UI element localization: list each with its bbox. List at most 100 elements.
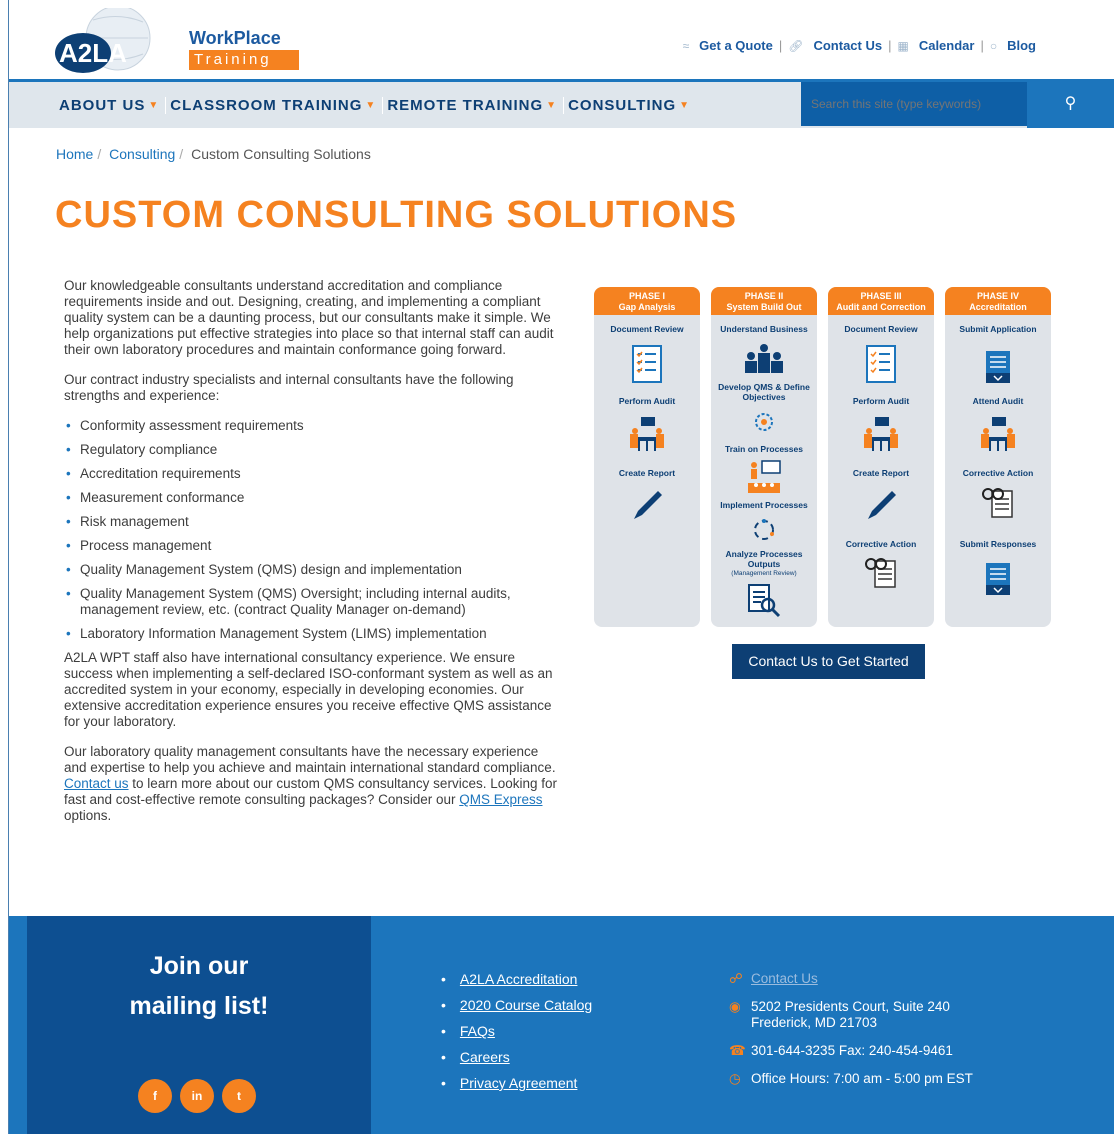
- phase-header: PHASE I Gap Analysis: [594, 287, 700, 315]
- twitter-icon[interactable]: t: [222, 1079, 256, 1113]
- footer-link-item: A2LA Accreditation: [441, 971, 592, 987]
- meeting-icon: [864, 417, 898, 451]
- phase-step: Corrective Action: [845, 539, 917, 549]
- strengths-list: Conformity assessment requirements Regul…: [64, 418, 558, 642]
- international-paragraph: A2LA WPT staff also have international c…: [64, 650, 553, 729]
- contact-row: ◷ Office Hours: 7:00 am - 5:00 pm EST: [729, 1071, 973, 1087]
- phase-step: Create Report: [852, 468, 910, 478]
- footer-link-careers[interactable]: Careers: [460, 1049, 510, 1065]
- top-links: ≈ Get a Quote | 🔗︎ Contact Us | ▦ Calend…: [683, 38, 1036, 53]
- main-content: Our knowledgeable consultants understand…: [64, 278, 558, 838]
- list-item: Process management: [64, 538, 558, 554]
- intro-paragraph: Our knowledgeable consultants understand…: [64, 278, 554, 357]
- glasses-document-icon: [865, 558, 896, 588]
- lightbulb-gear-icon: [755, 413, 773, 431]
- phase-step: Create Report: [618, 468, 676, 478]
- phase-step: Corrective Action: [962, 468, 1034, 478]
- footer-link-item: Privacy Agreement: [441, 1075, 592, 1091]
- heading-line: mailing list!: [129, 992, 269, 1020]
- breadcrumb: Home / Consulting / Custom Consulting Solu…: [56, 146, 371, 162]
- nav-label: REMOTE TRAINING: [387, 97, 544, 114]
- list-item: Conformity assessment requirements: [64, 418, 558, 434]
- phase-diagram: PHASE I Gap Analysis Document Review Perf…: [594, 287, 1051, 627]
- contact-us-inline-link[interactable]: Contact us: [64, 776, 129, 791]
- phase-column-2: PHASE II System Build Out Understand Busi…: [711, 287, 817, 627]
- caret-down-icon: ▼: [148, 100, 160, 111]
- get-quote-link[interactable]: Get a Quote: [699, 38, 773, 53]
- nav-label: ABOUT US: [59, 97, 146, 114]
- phase-number: PHASE I: [628, 291, 665, 301]
- caret-down-icon: ▼: [679, 100, 691, 111]
- phase-step: Understand Business: [720, 324, 808, 334]
- nav-label: CONSULTING: [568, 97, 677, 114]
- footer-link-accreditation[interactable]: A2LA Accreditation: [460, 971, 578, 987]
- phase-step: Document Review: [844, 324, 918, 334]
- phase-step: Submit Responses: [959, 539, 1037, 549]
- address-line: Frederick, MD 21703: [751, 1015, 878, 1030]
- quote-icon: ≈: [682, 38, 690, 53]
- phase-step: Attend Audit: [972, 396, 1024, 406]
- footer-contact-link[interactable]: Contact Us: [751, 971, 818, 986]
- phase-step: Train on Processes: [725, 444, 803, 454]
- contact-row: ☎ 301-644-3235 Fax: 240-454-9461: [729, 1043, 973, 1059]
- phase-name: System Build Out: [726, 302, 802, 312]
- contact-get-started-button[interactable]: Contact Us to Get Started: [732, 644, 925, 679]
- meeting-icon: [630, 417, 664, 451]
- nav-classroom-training[interactable]: CLASSROOM TRAINING ▼: [170, 97, 384, 114]
- phase-step: Develop QMS & Define Objectives: [718, 382, 810, 402]
- divider: |: [980, 38, 984, 53]
- contact-us-link[interactable]: Contact Us: [813, 38, 882, 53]
- mailing-list-heading[interactable]: Join our mailing list!: [27, 946, 371, 1026]
- footer-link-catalog[interactable]: 2020 Course Catalog: [460, 997, 592, 1013]
- phase-step: Perform Audit: [852, 396, 910, 406]
- search-input[interactable]: [801, 82, 1027, 126]
- calendar-icon: ▦: [897, 38, 909, 53]
- phase-header: PHASE II System Build Out: [711, 287, 817, 315]
- breadcrumb-current: Custom Consulting Solutions: [191, 146, 371, 162]
- breadcrumb-divider: /: [97, 146, 102, 162]
- phase-number: PHASE II: [744, 291, 784, 301]
- checklist-icon: [632, 345, 662, 383]
- facebook-icon[interactable]: f: [138, 1079, 172, 1113]
- list-item: Quality Management System (QMS) Oversigh…: [64, 586, 558, 618]
- step-note: (Management Review): [731, 570, 797, 577]
- breadcrumb-home[interactable]: Home: [56, 146, 93, 162]
- address-line: 5202 Presidents Court, Suite 240: [751, 999, 950, 1014]
- divider: |: [888, 38, 892, 53]
- breadcrumb-consulting[interactable]: Consulting: [109, 146, 175, 162]
- contact-row: ◉ 5202 Presidents Court, Suite 240 Frederi…: [729, 999, 973, 1031]
- location-pin-icon: ◉: [729, 999, 741, 1014]
- phase-column-1: PHASE I Gap Analysis Document Review Perf…: [594, 287, 700, 627]
- footer-link-faqs[interactable]: FAQs: [460, 1023, 495, 1039]
- phase-header: PHASE IV Accreditation: [945, 287, 1051, 315]
- list-item: Accreditation requirements: [64, 466, 558, 482]
- heading-line: Join our: [149, 952, 249, 980]
- site-logo[interactable]: A2LA WorkPlace Training: [43, 5, 299, 78]
- contact-row: ☍ Contact Us: [729, 971, 973, 987]
- phase-header: PHASE III Audit and Correction: [828, 287, 934, 315]
- site-footer: Join our mailing list! f in t A2LA Accred…: [9, 916, 1114, 1134]
- phase-step: Implement Processes: [720, 500, 808, 510]
- search-button[interactable]: ⚲: [1027, 82, 1114, 128]
- search-small-icon: ○: [989, 38, 998, 53]
- list-item: Laboratory Information Management System…: [64, 626, 558, 642]
- checklist-icon: [866, 345, 896, 383]
- document-download-icon: [986, 563, 1010, 595]
- linkedin-icon[interactable]: in: [180, 1079, 214, 1113]
- pen-icon: [634, 491, 662, 519]
- calendar-link[interactable]: Calendar: [919, 38, 975, 53]
- phase-column-3: PHASE III Audit and Correction Document R…: [828, 287, 934, 627]
- main-nav: ABOUT US ▼ CLASSROOM TRAINING ▼ REMOTE TRA…: [9, 82, 1114, 128]
- nav-consulting[interactable]: CONSULTING ▼: [568, 97, 696, 114]
- footer-link-privacy[interactable]: Privacy Agreement: [460, 1075, 578, 1091]
- step-label: Analyze Processes Outputs: [725, 549, 803, 569]
- search-icon: ⚲: [1064, 95, 1077, 112]
- hours-text: Office Hours: 7:00 am - 5:00 pm EST: [751, 1071, 973, 1086]
- nav-remote-training[interactable]: REMOTE TRAINING ▼: [387, 97, 565, 114]
- nav-about-us[interactable]: ABOUT US ▼: [59, 97, 167, 114]
- blog-link[interactable]: Blog: [1007, 38, 1036, 53]
- qms-express-link[interactable]: QMS Express: [459, 792, 542, 807]
- phase-number: PHASE III: [860, 291, 902, 301]
- document-search-icon: [748, 584, 781, 618]
- document-download-icon: [986, 351, 1010, 383]
